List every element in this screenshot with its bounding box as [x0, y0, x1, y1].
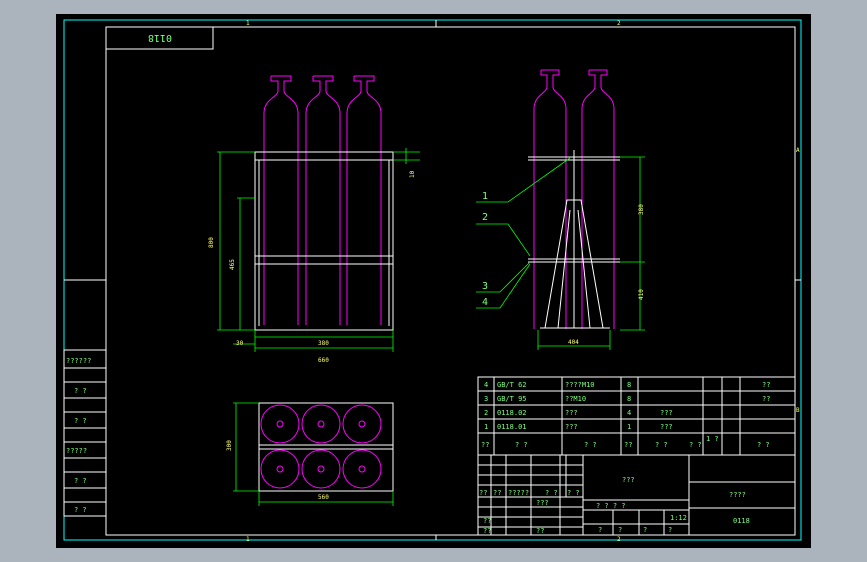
stamp-1: ? ?: [74, 387, 87, 395]
callout-4: 4: [482, 297, 488, 308]
dim-front-bottom-offset: 30: [236, 340, 244, 347]
svg-text:8: 8: [627, 395, 631, 403]
svg-text:?: ?: [643, 526, 647, 534]
grid-label-bottom-mid: 2: [617, 536, 621, 543]
callout-2: 2: [482, 212, 488, 223]
grid-label-right-a: A: [796, 147, 800, 154]
svg-text:GB/T 62: GB/T 62: [497, 381, 527, 389]
svg-text:? ?: ? ?: [515, 441, 528, 449]
svg-text:?: ?: [598, 526, 602, 534]
svg-text:??: ??: [479, 489, 487, 497]
dim-plan-depth: 300: [226, 440, 233, 451]
dim-front-mid-height: 465: [229, 259, 236, 270]
svg-text:???: ???: [565, 423, 578, 431]
svg-text:0118.02: 0118.02: [497, 409, 527, 417]
dim-side-upper: 380: [638, 204, 645, 215]
svg-text:??: ??: [483, 517, 491, 525]
grid-label-bottom-left: 1: [246, 536, 250, 543]
svg-text:??: ??: [493, 489, 501, 497]
svg-text:1: 1: [484, 423, 488, 431]
svg-text:??: ??: [762, 395, 770, 403]
svg-text:8: 8: [627, 381, 631, 389]
svg-text:? ?: ? ?: [545, 489, 558, 497]
svg-text:??: ??: [536, 527, 544, 535]
svg-text:4: 4: [627, 409, 631, 417]
svg-text:3: 3: [484, 395, 488, 403]
stamp-2: ? ?: [74, 417, 87, 425]
svg-text:? ?: ? ?: [757, 441, 770, 449]
svg-text:?????: ?????: [508, 489, 529, 497]
stamp-5: ? ?: [74, 506, 87, 514]
svg-text:???: ???: [660, 423, 673, 431]
svg-text:2: 2: [484, 409, 488, 417]
svg-text:???: ???: [536, 499, 549, 507]
stamp-3: ?????: [66, 447, 87, 455]
dim-front-inner-width: 380: [318, 340, 329, 347]
svg-text:??: ??: [762, 381, 770, 389]
svg-text:1: 1: [627, 423, 631, 431]
title-drawing-no: 0118: [733, 517, 750, 525]
drawing-code: 0118: [148, 32, 172, 43]
svg-text:?: ?: [618, 526, 622, 534]
svg-text:??: ??: [481, 441, 489, 449]
dim-side-lower: 410: [638, 289, 645, 300]
title-part-name: ???: [622, 476, 635, 484]
dim-plan-width: 560: [318, 494, 329, 501]
svg-text:? ?: ? ?: [584, 441, 597, 449]
svg-text:???: ???: [660, 409, 673, 417]
svg-text:1 ?: 1 ?: [706, 435, 719, 443]
cad-drawing-canvas[interactable]: 1 2 1 2 A B 0118 ?????? ? ? ? ? ????? ? …: [0, 0, 867, 562]
svg-text:???: ???: [565, 409, 578, 417]
svg-text:?: ?: [668, 526, 672, 534]
grid-label-right-b: B: [796, 407, 800, 414]
svg-text:??M10: ??M10: [565, 395, 586, 403]
grid-label-top-left: 1: [246, 20, 250, 27]
svg-text:??: ??: [624, 441, 632, 449]
svg-text:4: 4: [484, 381, 488, 389]
callout-3: 3: [482, 281, 488, 292]
svg-text:? ?: ? ?: [655, 441, 668, 449]
stamp-4: ? ?: [74, 477, 87, 485]
svg-text:GB/T 95: GB/T 95: [497, 395, 527, 403]
svg-text:????M10: ????M10: [565, 381, 595, 389]
dim-front-top-gap: 10: [409, 170, 416, 178]
title-stage-label: ? ? ? ?: [596, 502, 626, 510]
grid-label-top-mid: 2: [617, 20, 621, 27]
title-company: ????: [729, 491, 746, 499]
dim-front-outer-width: 660: [318, 357, 329, 364]
drawing-sheet: [56, 14, 811, 548]
svg-text:? ?: ? ?: [567, 489, 580, 497]
svg-text:??: ??: [483, 527, 491, 535]
svg-text:? ?: ? ?: [689, 441, 702, 449]
callout-1: 1: [482, 191, 488, 202]
svg-text:0118.01: 0118.01: [497, 423, 527, 431]
dim-front-height: 800: [208, 237, 215, 248]
title-scale: 1:12: [670, 514, 687, 522]
stamp-0: ??????: [66, 357, 91, 365]
dim-side-base: 404: [568, 339, 579, 346]
